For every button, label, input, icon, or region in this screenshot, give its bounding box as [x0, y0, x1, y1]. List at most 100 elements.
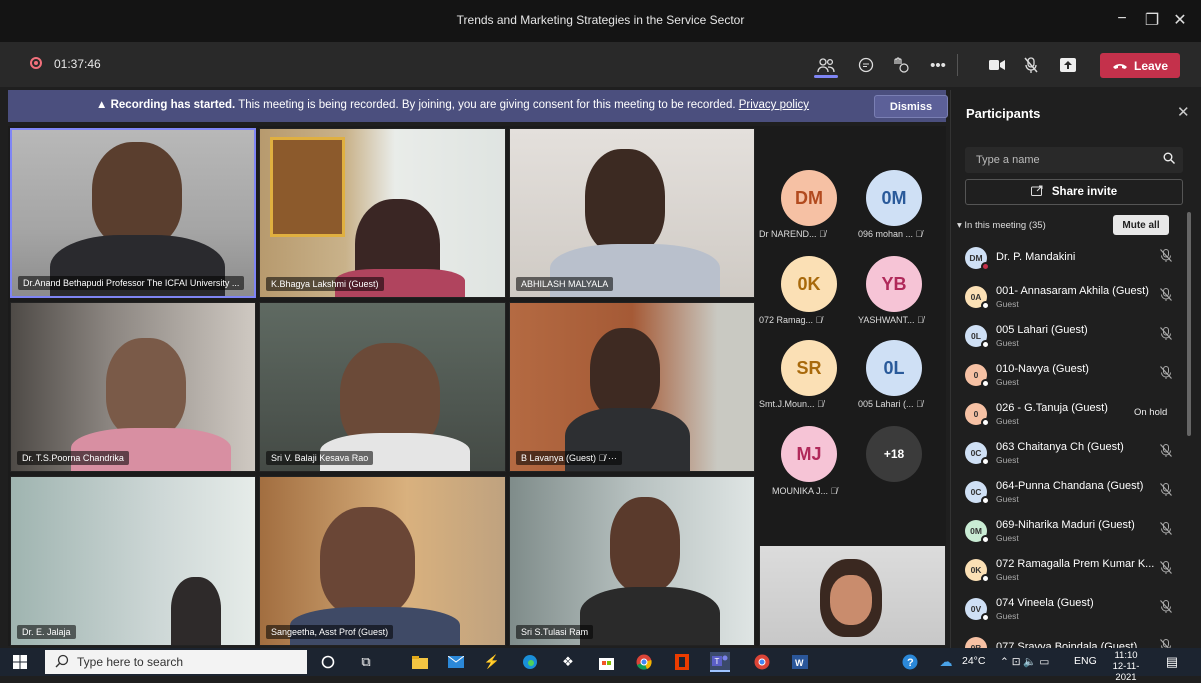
video-tile[interactable]: Dr.Anand Bethapudi Professor The ICFAI U… [10, 128, 256, 298]
avatar-initials: 0 [973, 409, 979, 419]
notification-icon[interactable]: ▤ [1162, 652, 1182, 672]
active-indicator [814, 75, 838, 78]
participant-avatar[interactable]: 0K [781, 256, 837, 312]
chat-icon[interactable] [853, 52, 879, 78]
video-tile[interactable]: Sangeetha, Asst Prof (Guest) [259, 476, 506, 646]
video-tile[interactable]: Sri S.Tulasi Ram [509, 476, 755, 646]
participant-row[interactable]: 0K 072 Ramagalla Prem Kumar K... Guest [962, 554, 1184, 590]
taskbar-search-input[interactable]: Type here to search [45, 650, 307, 674]
more-options-icon[interactable]: ••• [925, 52, 951, 78]
more-participants-button[interactable]: +18 [866, 426, 922, 482]
mic-muted-icon[interactable] [1018, 52, 1044, 78]
svg-text:W: W [795, 658, 804, 668]
participant-role: Guest [996, 494, 1019, 504]
more-count: +18 [883, 447, 905, 461]
participant-row[interactable]: 0V 074 Vineela (Guest) Guest [962, 593, 1184, 629]
participant-search-input[interactable]: Type a name [965, 147, 1183, 173]
edge-icon[interactable] [520, 652, 540, 672]
participant-avatar[interactable]: 0L [866, 340, 922, 396]
panel-scrollbar[interactable] [1187, 212, 1191, 436]
mic-muted-icon[interactable] [1160, 249, 1172, 265]
dismiss-button[interactable]: Dismiss [874, 95, 948, 118]
participant-avatar[interactable]: SR [781, 340, 837, 396]
privacy-policy-link[interactable]: Privacy policy [739, 99, 809, 111]
file-explorer-icon[interactable] [410, 652, 430, 672]
reactions-icon[interactable] [887, 52, 913, 78]
mic-muted-icon[interactable] [1160, 366, 1172, 382]
more-icon[interactable]: ··· [608, 453, 617, 463]
chrome-icon[interactable] [634, 652, 654, 672]
language-indicator[interactable]: ENG [1074, 655, 1097, 667]
avatar-label: Dr NAREND... 🎙̸ [759, 229, 826, 239]
mic-muted-icon[interactable] [1160, 327, 1172, 343]
participant-name: 026 - G.Tanuja (Guest) [996, 402, 1108, 414]
participant-name: Sri V. Balaji Kesava Rao [266, 451, 374, 465]
participant-avatar: 0A [965, 286, 990, 310]
camera-icon[interactable] [984, 52, 1010, 78]
presence-icon [981, 535, 990, 544]
mic-muted-icon: 🎙̸ [598, 453, 606, 463]
store-icon[interactable] [596, 652, 616, 672]
participant-row[interactable]: 0 026 - G.Tanuja (Guest) Guest On hold [962, 398, 1184, 434]
mic-muted-icon[interactable] [1160, 444, 1172, 460]
mic-muted-icon[interactable] [1160, 288, 1172, 304]
close-button[interactable]: ✕ [1168, 10, 1192, 30]
participant-row[interactable]: 0M 069-Niharika Maduri (Guest) Guest [962, 515, 1184, 551]
tray-icons[interactable]: ⌃ ⊡ 🔈 ▭ [1000, 655, 1049, 668]
participant-avatar[interactable]: DM [781, 170, 837, 226]
task-view-icon[interactable]: ⧉ [356, 652, 376, 672]
participant-row[interactable]: 0 010-Navya (Guest) Guest [962, 359, 1184, 395]
participant-name: 064-Punna Chandana (Guest) [996, 480, 1144, 492]
avatar-initials: 0A [970, 292, 982, 302]
svg-text:?: ? [907, 657, 914, 669]
participant-row[interactable]: 0C 063 Chaitanya Ch (Guest) Guest [962, 437, 1184, 473]
participant-avatar[interactable]: 0M [866, 170, 922, 226]
weather-icon[interactable]: ☁ [936, 652, 956, 672]
self-view-tile[interactable] [759, 544, 946, 646]
participant-row[interactable]: 0C 064-Punna Chandana (Guest) Guest [962, 476, 1184, 512]
participant-row[interactable]: DM Dr. P. Mandakini [962, 242, 1184, 278]
chrome-profile-icon[interactable] [752, 652, 772, 672]
participant-avatar[interactable]: YB [866, 256, 922, 312]
maximize-button[interactable]: ❐ [1140, 10, 1164, 30]
svg-text:T: T [715, 657, 720, 666]
dropbox-icon[interactable]: ❖ [558, 652, 578, 672]
in-meeting-section-header[interactable]: ▾ In this meeting (35) [957, 220, 1046, 231]
share-invite-button[interactable]: Share invite [965, 179, 1183, 205]
participant-avatar[interactable]: MJ [781, 426, 837, 482]
office-icon[interactable] [672, 652, 692, 672]
toolbar-divider [957, 54, 958, 76]
start-button[interactable] [10, 652, 30, 672]
participant-row[interactable]: 0A 001- Annasaram Akhila (Guest) Guest [962, 281, 1184, 317]
leave-button[interactable]: Leave [1100, 53, 1180, 78]
video-tile[interactable]: ABHILASH MALYALA [509, 128, 755, 298]
mic-muted-icon[interactable] [1160, 522, 1172, 538]
mic-muted-icon[interactable] [1160, 561, 1172, 577]
avatar-initials: MJ [796, 443, 822, 464]
mail-icon[interactable] [446, 652, 466, 672]
bolt-app-icon[interactable]: ⚡ [482, 652, 502, 672]
participant-avatar: 0M [965, 520, 990, 544]
presence-icon [981, 457, 990, 466]
share-screen-icon[interactable] [1055, 52, 1081, 78]
close-icon[interactable]: ✕ [1177, 103, 1190, 121]
temperature: 24°C [962, 655, 986, 667]
mic-muted-icon[interactable] [1160, 483, 1172, 499]
video-tile[interactable]: B Lavanya (Guest) 🎙̸ ··· [509, 302, 755, 472]
mic-muted-icon: 🎙̸ [817, 399, 824, 409]
cortana-icon[interactable] [318, 652, 338, 672]
mic-muted-icon[interactable] [1160, 600, 1172, 616]
clock[interactable]: 11:10 12-11-2021 [1106, 650, 1146, 683]
help-icon[interactable]: ? [900, 652, 920, 672]
video-tile[interactable]: K.Bhagya Lakshmi (Guest) [259, 128, 506, 298]
participant-row[interactable]: 0L 005 Lahari (Guest) Guest [962, 320, 1184, 356]
mic-muted-icon: 🎙̸ [916, 399, 923, 409]
participant-name: Sri S.Tulasi Ram [516, 625, 594, 639]
video-tile[interactable]: Sri V. Balaji Kesava Rao [259, 302, 506, 472]
word-icon[interactable]: W [790, 652, 810, 672]
mute-all-button[interactable]: Mute all [1113, 215, 1169, 235]
video-tile[interactable]: Dr. E. Jalaja [10, 476, 256, 646]
video-tile[interactable]: Dr. T.S.Poorna Chandrika [10, 302, 256, 472]
teams-icon[interactable]: T [710, 652, 730, 672]
minimize-button[interactable]: − [1110, 10, 1134, 28]
